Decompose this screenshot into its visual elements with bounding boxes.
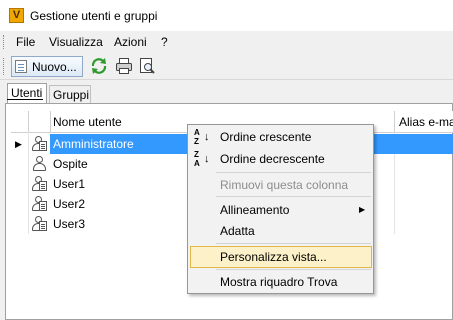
header-separator [50,111,51,132]
new-button-label: Nuovo... [32,60,77,74]
sort-ascending-icon: A Z ↓ [194,128,210,146]
tab-gruppi[interactable]: Gruppi [49,85,91,105]
title-bar: V Gestione utenti e gruppi [0,0,453,31]
submenu-arrow-icon: ▶ [359,205,366,214]
menu-item-remove-column: Rimuovi questa colonna [220,178,349,192]
menu-item-fit[interactable]: Adatta [220,224,255,238]
user-name-cell[interactable]: User2 [53,197,85,211]
column-context-menu: A Z ↓ Ordine crescente Z A ↓ Ordine decr… [187,124,374,294]
print-icon[interactable] [115,57,133,75]
print-preview-icon[interactable] [138,57,156,75]
sort-descending-icon-text: Z A [194,150,200,168]
sort-descending-icon: Z A ↓ [194,150,210,168]
menu-file[interactable]: File [16,35,35,49]
menu-item-alignment[interactable]: Allineamento [220,203,289,217]
user-admin-icon [31,215,47,232]
refresh-icon[interactable] [90,57,108,75]
header-separator [394,111,395,132]
user-admin-icon [31,195,47,212]
column-header-alias-email[interactable]: Alias e-ma [399,115,453,129]
header-separator [28,111,29,132]
menu-item-show-find-panel[interactable]: Mostra riquadro Trova [220,275,337,289]
menu-item-sort-ascending[interactable]: Ordine crescente [220,130,311,144]
menu-separator [216,243,371,244]
app-icon: V [9,8,24,23]
user-admin-icon [31,175,47,192]
user-icon [31,155,47,172]
menu-visualizza[interactable]: Visualizza [49,35,103,49]
user-name-cell[interactable]: User1 [53,177,85,191]
user-admin-icon [31,135,47,152]
menu-separator [216,196,371,197]
menu-grip-icon[interactable] [3,35,7,49]
toolbar-grip-icon[interactable] [3,58,7,75]
user-name-cell[interactable]: Ospite [53,157,88,171]
new-document-icon [15,60,27,73]
menu-separator [216,172,371,173]
window-title: Gestione utenti e gruppi [30,9,158,23]
tab-focus-underline [7,99,43,100]
user-name-cell[interactable]: Amministratore [53,137,134,151]
column-header-nome-utente[interactable]: Nome utente [53,115,122,129]
menu-separator [216,269,371,270]
sort-ascending-icon-text: A Z [194,128,200,146]
menu-item-customize-view[interactable]: Personalizza vista... [220,250,327,264]
menu-azioni[interactable]: Azioni [114,35,147,49]
tab-utenti[interactable]: Utenti [7,83,47,104]
user-name-cell[interactable]: User3 [53,217,85,231]
menu-item-sort-descending[interactable]: Ordine decrescente [220,152,325,166]
new-button[interactable]: Nuovo... [11,56,83,77]
current-row-indicator-icon: ▶ [15,139,22,149]
menu-help[interactable]: ? [161,35,168,49]
